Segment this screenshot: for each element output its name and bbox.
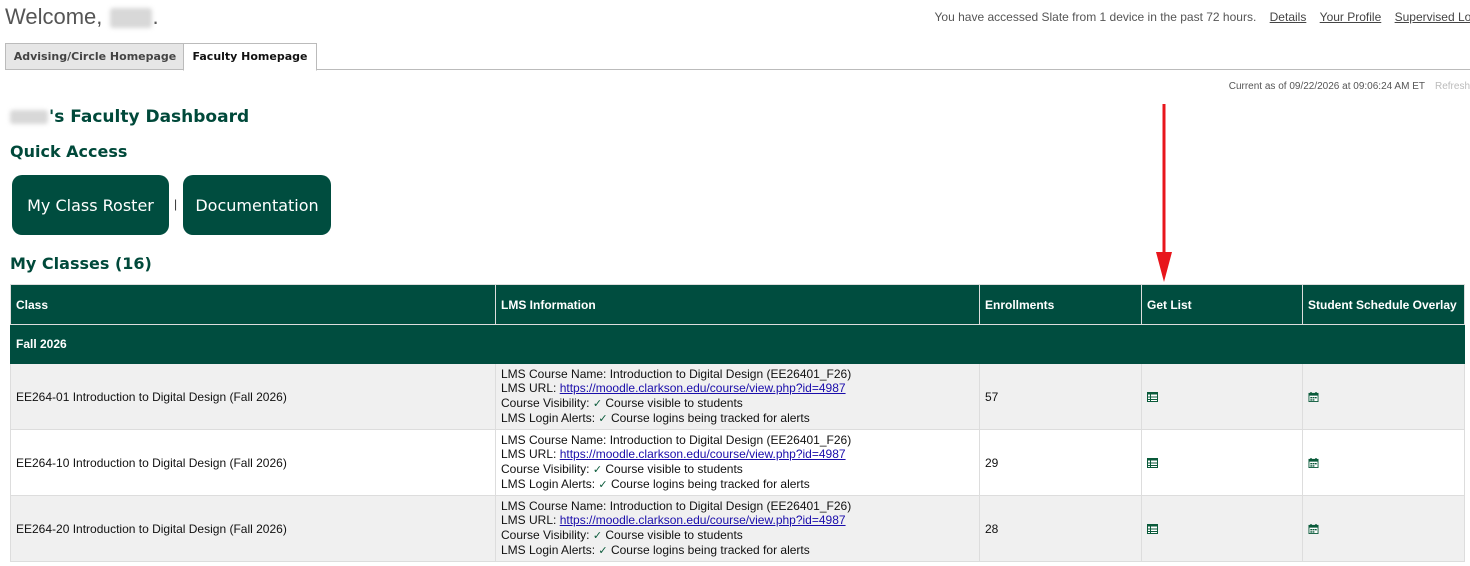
my-classes-heading: My Classes (16) <box>10 254 152 273</box>
button-separator: | <box>174 197 178 211</box>
schedule-overlay-cell <box>1302 363 1465 430</box>
header-enrollments[interactable]: Enrollments <box>979 284 1142 325</box>
quick-access-heading: Quick Access <box>10 142 128 161</box>
welcome-heading: Welcome, . <box>5 4 159 30</box>
calendar-icon[interactable] <box>1308 524 1319 535</box>
alerts-label: LMS Login Alerts: <box>501 477 596 491</box>
visibility-value: Course visible to students <box>605 461 743 476</box>
enrollments: 29 <box>979 429 1142 496</box>
alerts-label: LMS Login Alerts: <box>501 543 596 557</box>
lms-info: LMS Course Name: Introduction to Digital… <box>495 429 980 496</box>
visibility-value: Course visible to students <box>605 395 743 410</box>
header-get-list[interactable]: Get List <box>1141 284 1303 325</box>
class-name: EE264-10 Introduction to Digital Design … <box>10 429 496 496</box>
alerts-label: LMS Login Alerts: <box>501 411 596 425</box>
alerts-value: Course logins being tracked for alerts <box>610 477 810 491</box>
tab-faculty-homepage[interactable]: Faculty Homepage <box>183 43 317 71</box>
check-icon: ✓ <box>592 397 603 410</box>
supervised-log-link[interactable]: Supervised Log <box>1395 10 1470 24</box>
your-profile-link[interactable]: Your Profile <box>1320 10 1382 24</box>
term-label: Fall 2026 <box>10 324 1465 364</box>
access-text: You have accessed Slate from 1 device in… <box>934 10 1257 24</box>
visibility-label: Course Visibility: <box>501 395 590 410</box>
enrollments: 28 <box>979 495 1142 562</box>
lms-course-name: Introduction to Digital Design (EE26401_… <box>609 366 852 381</box>
documentation-button[interactable]: Documentation <box>183 175 331 235</box>
calendar-icon[interactable] <box>1308 458 1319 469</box>
alerts-value: Course logins being tracked for alerts <box>610 543 810 557</box>
table-row: EE264-01 Introduction to Digital Design … <box>10 363 1465 430</box>
lms-url-link[interactable]: https://moodle.clarkson.edu/course/view.… <box>560 513 846 527</box>
lms-url-link[interactable]: https://moodle.clarkson.edu/course/view.… <box>560 381 846 395</box>
schedule-overlay-cell <box>1302 429 1465 496</box>
header-lms-information[interactable]: LMS Information <box>495 284 980 325</box>
list-icon[interactable] <box>1147 392 1158 403</box>
lms-name-label: LMS Course Name: <box>501 366 607 381</box>
lms-course-name: Introduction to Digital Design (EE26401_… <box>609 498 852 513</box>
lms-course-name: Introduction to Digital Design (EE26401_… <box>609 432 852 447</box>
dashboard-title-text: 's Faculty Dashboard <box>49 107 250 127</box>
check-icon: ✓ <box>598 545 608 557</box>
visibility-value: Course visible to students <box>605 527 743 542</box>
check-icon: ✓ <box>598 479 608 491</box>
tab-bar: Advising/Circle Homepage Faculty Homepag… <box>5 43 1470 71</box>
table-row: EE264-20 Introduction to Digital Design … <box>10 495 1465 562</box>
as-of-text: Current as of 09/22/2026 at 09:06:24 AM … <box>1228 81 1425 92</box>
visibility-label: Course Visibility: <box>501 527 590 542</box>
schedule-overlay-cell <box>1302 495 1465 562</box>
my-class-roster-button[interactable]: My Class Roster <box>12 175 169 235</box>
header-student-schedule-overlay[interactable]: Student Schedule Overlay <box>1302 284 1465 325</box>
tab-advising-homepage[interactable]: Advising/Circle Homepage <box>5 43 185 69</box>
class-name: EE264-20 Introduction to Digital Design … <box>10 495 496 562</box>
get-list-cell <box>1141 363 1303 430</box>
redacted-user-name <box>109 8 152 29</box>
lms-url-label: LMS URL: <box>501 447 557 461</box>
check-icon: ✓ <box>592 529 603 542</box>
classes-table: Class LMS Information Enrollments Get Li… <box>10 284 1465 562</box>
check-icon: ✓ <box>598 413 608 425</box>
check-icon: ✓ <box>592 463 603 476</box>
red-arrow-icon <box>1156 104 1172 282</box>
lms-name-label: LMS Course Name: <box>501 432 607 447</box>
last-updated: Current as of 09/22/2026 at 09:06:24 AM … <box>1229 81 1470 92</box>
list-icon[interactable] <box>1147 524 1158 535</box>
enrollments: 57 <box>979 363 1142 430</box>
redacted-faculty-name <box>10 110 48 124</box>
refresh-link[interactable]: Refresh <box>1435 81 1470 92</box>
details-link[interactable]: Details <box>1270 10 1307 24</box>
lms-name-label: LMS Course Name: <box>501 498 607 513</box>
table-row: EE264-10 Introduction to Digital Design … <box>10 429 1465 496</box>
class-name: EE264-01 Introduction to Digital Design … <box>10 363 496 430</box>
calendar-icon[interactable] <box>1308 392 1319 403</box>
lms-info: LMS Course Name: Introduction to Digital… <box>495 363 980 430</box>
header-class[interactable]: Class <box>10 284 496 325</box>
table-header-row: Class LMS Information Enrollments Get Li… <box>10 284 1465 325</box>
welcome-prefix: Welcome, <box>5 4 103 29</box>
alerts-value: Course logins being tracked for alerts <box>610 411 810 425</box>
get-list-cell <box>1141 495 1303 562</box>
lms-url-label: LMS URL: <box>501 513 557 527</box>
lms-info: LMS Course Name: Introduction to Digital… <box>495 495 980 562</box>
session-info: You have accessed Slate from 1 device in… <box>935 10 1470 24</box>
term-group-row: Fall 2026 <box>10 324 1465 364</box>
dashboard-title: 's Faculty Dashboard <box>10 107 249 127</box>
list-icon[interactable] <box>1147 458 1158 469</box>
visibility-label: Course Visibility: <box>501 461 590 476</box>
get-list-cell <box>1141 429 1303 496</box>
welcome-suffix: . <box>152 4 159 29</box>
lms-url-link[interactable]: https://moodle.clarkson.edu/course/view.… <box>560 447 846 461</box>
lms-url-label: LMS URL: <box>501 381 557 395</box>
